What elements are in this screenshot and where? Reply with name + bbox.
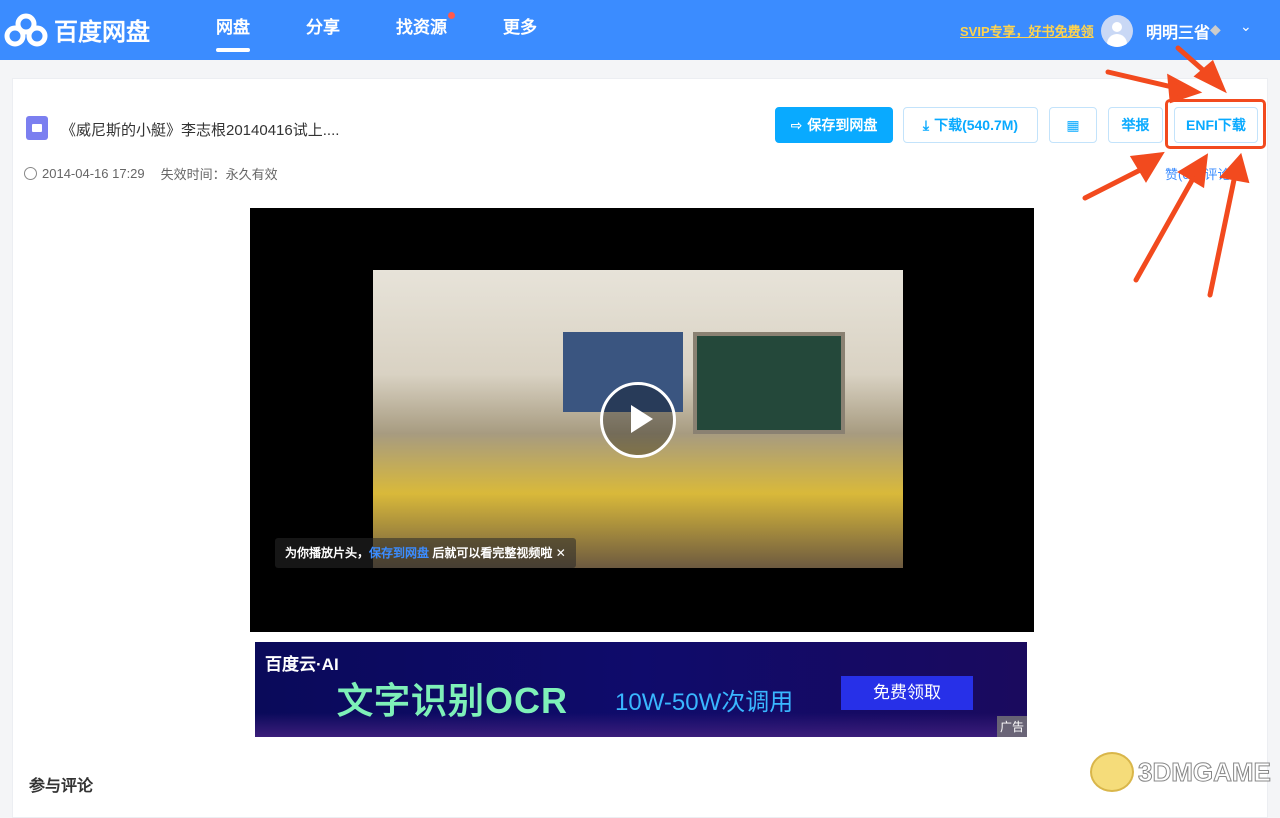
tip-text: 为你播放片头， xyxy=(285,546,370,560)
nav-find-resources[interactable]: 找资源 xyxy=(396,0,455,60)
preview-tip: 为你播放片头，保存到网盘 后就可以看完整视频啦 ✕ xyxy=(275,538,576,568)
tip-save-link[interactable]: 保存到网盘 xyxy=(369,546,429,560)
nav-netdisk[interactable]: 网盘 xyxy=(216,0,250,60)
logo-text: 百度网盘 xyxy=(54,19,150,46)
tip-text: 后就可以看完整视频啦 xyxy=(429,546,553,560)
username[interactable]: 明明三省 xyxy=(1146,19,1210,43)
ad-brand: 百度云·AI xyxy=(265,655,339,674)
svip-promo-link[interactable]: SVIP专享，好书免费领 xyxy=(960,21,1094,40)
avatar[interactable] xyxy=(1101,15,1133,47)
download-label: 下载(540.7M) xyxy=(934,117,1019,133)
mascot-icon xyxy=(1090,752,1134,792)
ad-claim-button[interactable]: 免费领取 xyxy=(841,676,973,710)
notification-dot xyxy=(448,12,455,19)
ad-banner[interactable]: 百度云·AI 文字识别OCR 10W-50W次调用 免费领取 广告 xyxy=(255,642,1027,737)
cloud-logo-icon xyxy=(4,13,48,46)
highlight-box xyxy=(1165,99,1266,149)
comments-title: 参与评论 xyxy=(29,778,94,795)
nav-more[interactable]: 更多 xyxy=(503,0,537,60)
save-icon: ⇨ xyxy=(790,116,803,133)
watermark: 3DMGAME xyxy=(1090,752,1271,792)
ad-tag: 广告 xyxy=(996,716,1027,737)
top-bar: 百度网盘 网盘 分享 找资源 更多 SVIP专享，好书免费领 明明三省 ◆ ⌄ xyxy=(0,0,1280,60)
download-button[interactable]: ⤓ 下载(540.7M) xyxy=(903,107,1038,143)
blackboard xyxy=(693,332,845,434)
video-file-icon xyxy=(26,116,48,140)
date-text: 2014-04-16 17:29 xyxy=(42,166,145,181)
save-to-netdisk-button[interactable]: ⇨ 保存到网盘 xyxy=(775,107,893,143)
nav-label: 找资源 xyxy=(396,18,447,37)
clock-icon xyxy=(24,167,37,180)
share-card: 《威尼斯的小艇》李志根20140416试上.... 2014-04-16 17:… xyxy=(12,78,1268,818)
report-button[interactable]: 举报 xyxy=(1108,107,1163,143)
video-frame xyxy=(373,270,903,568)
nav-share[interactable]: 分享 xyxy=(306,0,340,60)
ad-subline: 10W-50W次调用 xyxy=(615,689,794,716)
watermark-text: 3DMGAME xyxy=(1138,756,1272,787)
close-icon[interactable]: ✕ xyxy=(556,546,566,560)
expiry: 失效时间：永久有效 xyxy=(160,167,278,182)
qrcode-icon: ▦ xyxy=(1066,116,1080,133)
main-nav: 网盘 分享 找资源 更多 xyxy=(216,0,593,60)
download-icon: ⤓ xyxy=(922,116,930,133)
file-meta: 2014-04-16 17:29 失效时间：永久有效 xyxy=(24,164,278,183)
share-date: 2014-04-16 17:29 xyxy=(24,166,145,181)
save-label: 保存到网盘 xyxy=(807,117,878,133)
comment-link[interactable]: 评论(0) xyxy=(1205,167,1247,182)
diamond-icon: ◆ xyxy=(1210,21,1221,37)
chevron-down-icon[interactable]: ⌄ xyxy=(1240,18,1252,35)
logo[interactable]: 百度网盘 xyxy=(4,12,150,47)
play-button[interactable] xyxy=(600,382,676,458)
file-title: 《威尼斯的小艇》李志根20140416试上.... xyxy=(61,122,340,139)
qrcode-button[interactable]: ▦ xyxy=(1049,107,1097,143)
video-player[interactable]: 为你播放片头，保存到网盘 后就可以看完整视频啦 ✕ xyxy=(250,208,1034,632)
social-links: 赞(0) | 评论(0) xyxy=(1165,167,1247,182)
like-link[interactable]: 赞(0) xyxy=(1165,167,1194,182)
ad-headline: 文字识别OCR xyxy=(337,680,568,721)
